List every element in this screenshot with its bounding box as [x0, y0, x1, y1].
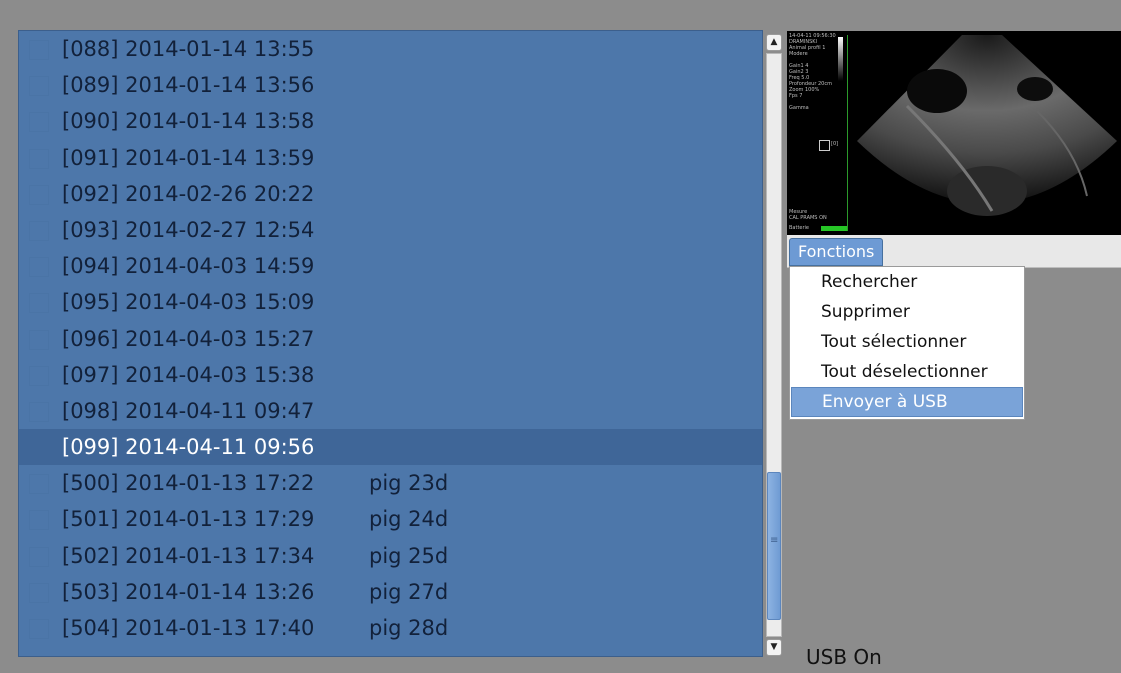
- menu-item[interactable]: Envoyer à USB: [791, 387, 1023, 417]
- exam-note: pig 24d: [369, 507, 449, 532]
- exam-row[interactable]: [501] 2014-01-13 17:29 pig 24d: [19, 501, 762, 537]
- exam-row[interactable]: [500] 2014-01-13 17:22 pig 23d: [19, 465, 762, 501]
- menu-fonctions[interactable]: Fonctions: [789, 238, 884, 266]
- exam-id: [503] 2014-01-14 13:26: [62, 579, 315, 604]
- exam-row[interactable]: [089] 2014-01-14 13:56: [19, 67, 762, 103]
- exam-id: [098] 2014-04-11 09:47: [62, 398, 315, 423]
- row-checkbox[interactable]: [29, 148, 49, 169]
- gamma-box: [819, 140, 830, 151]
- row-checkbox[interactable]: [29, 510, 49, 531]
- row-checkbox[interactable]: [29, 619, 49, 639]
- gamma-value: [0]: [831, 141, 839, 147]
- exam-row[interactable]: [092] 2014-02-26 20:22: [19, 176, 762, 212]
- overlay-line: CAL PRAMS ON: [789, 215, 827, 221]
- usb-status: USB On: [806, 645, 882, 669]
- exam-list-scrollbar[interactable]: ▲ ≡ ▼: [763, 32, 785, 656]
- overlay-line: Fps 7: [789, 93, 803, 99]
- row-checkbox[interactable]: [29, 184, 49, 205]
- ultrasound-preview: 14-04-11 09:56:30 DRAMINSKI Animal profil …: [787, 31, 1121, 235]
- row-checkbox[interactable]: [29, 546, 49, 567]
- exam-row[interactable]: [090] 2014-01-14 13:58: [19, 103, 762, 139]
- row-checkbox[interactable]: [29, 365, 49, 386]
- exam-note: pig 25d: [369, 543, 449, 568]
- battery-icon: [821, 226, 847, 231]
- exam-id: [090] 2014-01-14 13:58: [62, 109, 315, 134]
- row-checkbox[interactable]: [29, 293, 49, 314]
- exam-note: pig 23d: [369, 471, 449, 496]
- grip-icon: ≡: [770, 535, 779, 546]
- exam-row[interactable]: [504] 2014-01-13 17:40 pig 28d: [19, 610, 762, 646]
- row-checkbox[interactable]: [29, 438, 49, 459]
- row-checkbox[interactable]: [29, 112, 49, 133]
- exam-row[interactable]: [502] 2014-01-13 17:34 pig 25d: [19, 538, 762, 574]
- exam-row[interactable]: [088] 2014-01-14 13:55: [19, 31, 762, 67]
- exam-id: [095] 2014-04-03 15:09: [62, 290, 315, 315]
- row-checkbox[interactable]: [29, 76, 49, 97]
- exam-row[interactable]: [093] 2014-02-27 12:54: [19, 212, 762, 248]
- exam-id: [097] 2014-04-03 15:38: [62, 362, 315, 387]
- exam-row[interactable]: [094] 2014-04-03 14:59: [19, 248, 762, 284]
- exam-row[interactable]: [097] 2014-04-03 15:38: [19, 357, 762, 393]
- row-checkbox[interactable]: [29, 329, 49, 350]
- exam-id: [500] 2014-01-13 17:22: [62, 471, 315, 496]
- scrollbar-thumb[interactable]: ≡: [767, 472, 781, 620]
- menu-item[interactable]: Rechercher: [790, 267, 1024, 297]
- exam-id: [094] 2014-04-03 14:59: [62, 254, 315, 279]
- battery-label: Batterie: [789, 225, 810, 231]
- exam-row[interactable]: [098] 2014-04-11 09:47: [19, 393, 762, 429]
- overlay-line: Modere: [789, 51, 808, 57]
- exam-id: [096] 2014-04-03 15:27: [62, 326, 315, 351]
- exam-note: pig 27d: [369, 579, 449, 604]
- exam-id: [092] 2014-02-26 20:22: [62, 181, 315, 206]
- exam-row[interactable]: [096] 2014-04-03 15:27: [19, 321, 762, 357]
- menu-item[interactable]: Tout déselectionner: [790, 357, 1024, 387]
- fonctions-dropdown: Rechercher Supprimer Tout sélectionner Tout…: [789, 266, 1025, 420]
- scroll-down-icon[interactable]: ▼: [766, 639, 782, 656]
- scroll-up-icon[interactable]: ▲: [766, 34, 782, 51]
- row-checkbox[interactable]: [29, 257, 49, 278]
- preview-info-overlay: 14-04-11 09:56:30 DRAMINSKI Animal profil …: [789, 33, 836, 111]
- preview-bottom-info: Mesure CAL PRAMS ON: [789, 209, 827, 221]
- exam-id: [502] 2014-01-13 17:34: [62, 543, 315, 568]
- exam-row[interactable]: [091] 2014-01-14 13:59: [19, 140, 762, 176]
- exam-id: [088] 2014-01-14 13:55: [62, 37, 315, 61]
- row-checkbox[interactable]: [29, 474, 49, 495]
- exam-row[interactable]: [095] 2014-04-03 15:09: [19, 284, 762, 320]
- exam-id: [501] 2014-01-13 17:29: [62, 507, 315, 532]
- menu-bar: Fonctions: [787, 235, 1121, 268]
- row-checkbox[interactable]: [29, 40, 49, 60]
- overlay-line: Gamma: [789, 105, 809, 111]
- exam-id: [091] 2014-01-14 13:59: [62, 145, 315, 170]
- exam-note: pig 28d: [369, 616, 449, 640]
- row-checkbox[interactable]: [29, 220, 49, 241]
- row-checkbox[interactable]: [29, 582, 49, 603]
- menu-item[interactable]: Supprimer: [790, 297, 1024, 327]
- exam-row[interactable]: [503] 2014-01-14 13:26 pig 27d: [19, 574, 762, 610]
- row-checkbox[interactable]: [29, 401, 49, 422]
- exam-id: [504] 2014-01-13 17:40: [62, 616, 315, 640]
- exam-id: [089] 2014-01-14 13:56: [62, 73, 315, 98]
- grayscale-bar: [838, 37, 843, 81]
- exam-list[interactable]: [088] 2014-01-14 13:55 [089] 2014-01-14 1…: [18, 30, 763, 657]
- menu-item[interactable]: Tout sélectionner: [790, 327, 1024, 357]
- exam-id: [099] 2014-04-11 09:56: [62, 435, 315, 460]
- exam-id: [093] 2014-02-27 12:54: [62, 217, 315, 242]
- depth-scale: [847, 35, 848, 231]
- exam-row[interactable]: [099] 2014-04-11 09:56: [19, 429, 762, 466]
